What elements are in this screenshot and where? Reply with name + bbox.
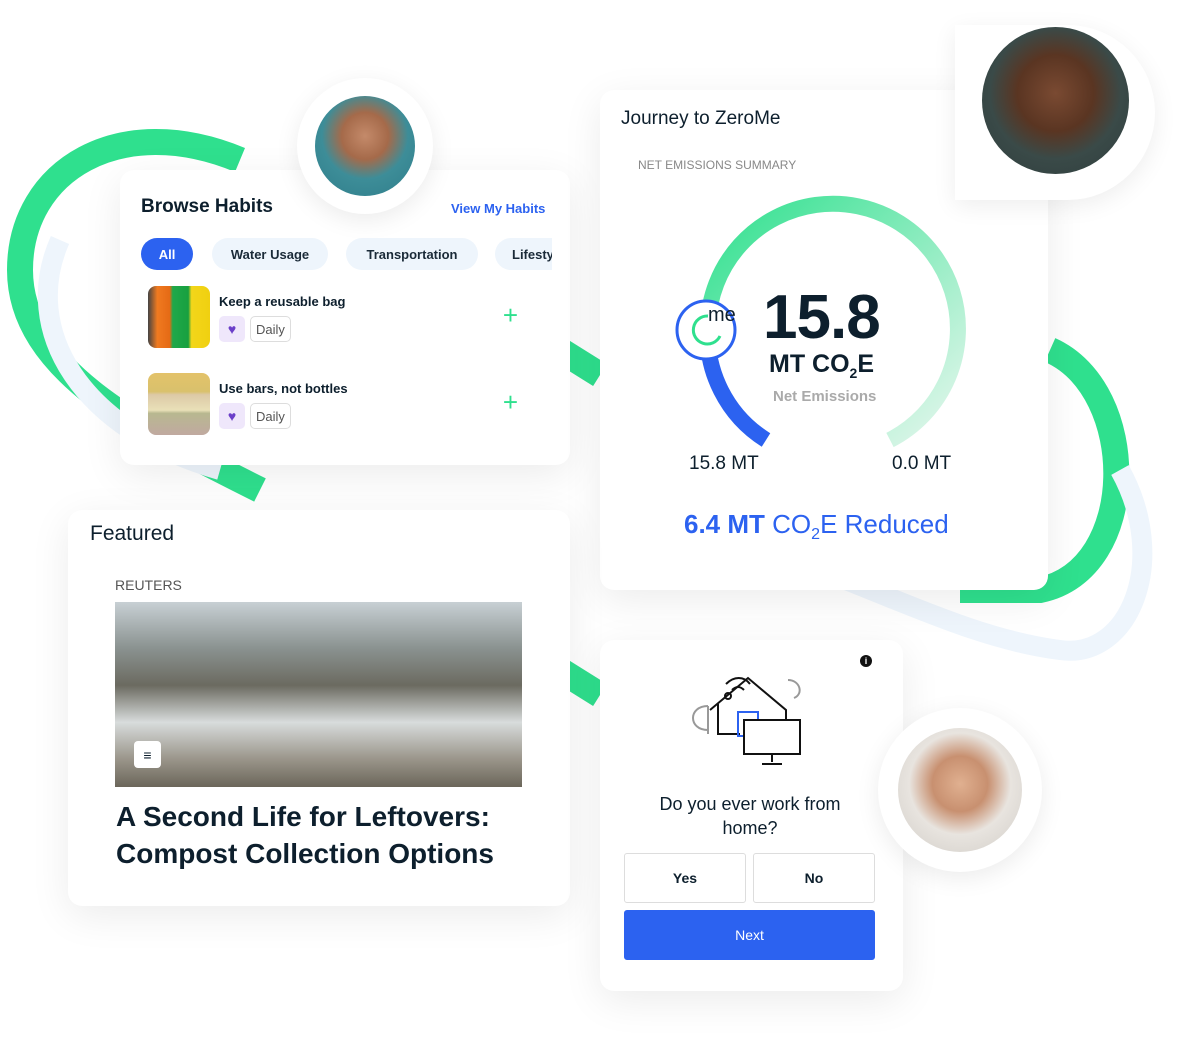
article-image[interactable]: ≡ (115, 602, 522, 787)
smart-home-icon (692, 676, 801, 765)
avatar (982, 27, 1129, 174)
next-button[interactable]: Next (624, 910, 875, 960)
habit-image (148, 286, 210, 348)
net-emissions-value: 15.8 (763, 283, 881, 352)
featured-card: Featured REUTERS ≡ A Second Life for Lef… (68, 510, 570, 906)
article-source: REUTERS (115, 577, 182, 593)
gauge-caption: Net Emissions (773, 388, 877, 405)
avatar-frame (955, 25, 1155, 200)
frequency-badge: Daily (250, 403, 291, 429)
gauge-start-label: 15.8 MT (689, 453, 759, 474)
habit-title: Use bars, not bottles (219, 381, 348, 396)
habit-item[interactable]: Keep a reusable bag ♥ Daily + (148, 286, 548, 348)
info-icon[interactable]: i (860, 655, 872, 667)
add-habit-button[interactable]: + (503, 389, 518, 415)
habit-item[interactable]: Use bars, not bottles ♥ Daily + (148, 373, 548, 435)
heart-pulse-icon: ♥ (219, 316, 245, 342)
gauge-end-label: 0.0 MT (892, 453, 952, 474)
no-button[interactable]: No (753, 853, 875, 903)
article-headline[interactable]: A Second Life for Leftovers: Compost Col… (116, 798, 536, 872)
card-title: Featured (90, 522, 175, 545)
browse-habits-card: Browse Habits View My Habits All Water U… (120, 170, 570, 465)
frequency-badge: Daily (250, 316, 291, 342)
logo-text: me (708, 304, 736, 326)
emissions-unit: MT CO2E (769, 350, 875, 381)
filter-chip-water-usage[interactable]: Water Usage (212, 238, 328, 270)
avatar-frame (297, 78, 433, 214)
add-habit-button[interactable]: + (503, 302, 518, 328)
filter-chip-lifestyle[interactable]: Lifesty (495, 238, 552, 270)
filter-chip-transportation[interactable]: Transportation (346, 238, 478, 270)
question-text: Do you ever work from home? (659, 794, 841, 838)
question-card: i Do you ever work from home? Yes No Nex… (600, 640, 903, 991)
avatar-frame (878, 708, 1042, 872)
filter-chip-all[interactable]: All (141, 238, 193, 270)
avatar (315, 96, 415, 196)
reduced-summary: 6.4 MT CO2E Reduced (684, 509, 949, 544)
habit-title: Keep a reusable bag (219, 294, 346, 309)
yes-button[interactable]: Yes (624, 853, 746, 903)
avatar (898, 728, 1022, 852)
article-icon: ≡ (134, 741, 161, 768)
heart-pulse-icon: ♥ (219, 403, 245, 429)
habit-image (148, 373, 210, 435)
